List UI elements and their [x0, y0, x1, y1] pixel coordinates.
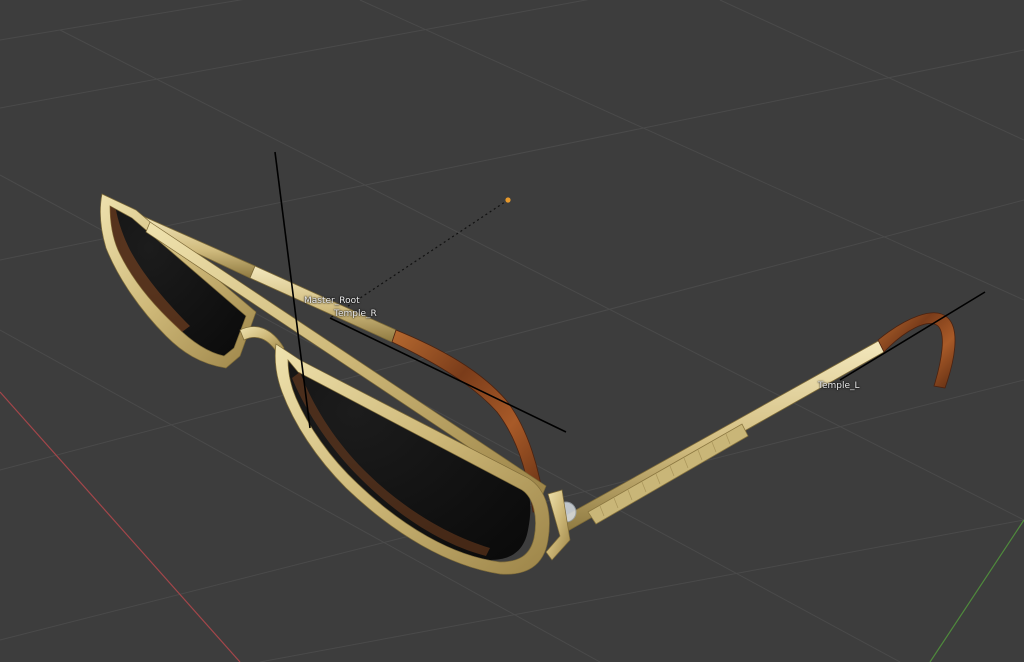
bone-label-temple-l[interactable]: Temple_L	[818, 381, 860, 391]
armature[interactable]	[274, 151, 986, 433]
light-icon[interactable]	[505, 197, 511, 203]
viewport-canvas[interactable]	[0, 0, 1024, 662]
bone-label-master-root[interactable]: Master_Root	[304, 296, 360, 306]
bone-temple-l	[839, 291, 986, 381]
bone-label-temple-r[interactable]: Temple_R	[334, 309, 377, 319]
y-axis-line	[929, 519, 1024, 662]
x-axis-line	[0, 391, 241, 662]
3d-viewport[interactable]: Master_Root Temple_R Temple_L	[0, 0, 1024, 662]
